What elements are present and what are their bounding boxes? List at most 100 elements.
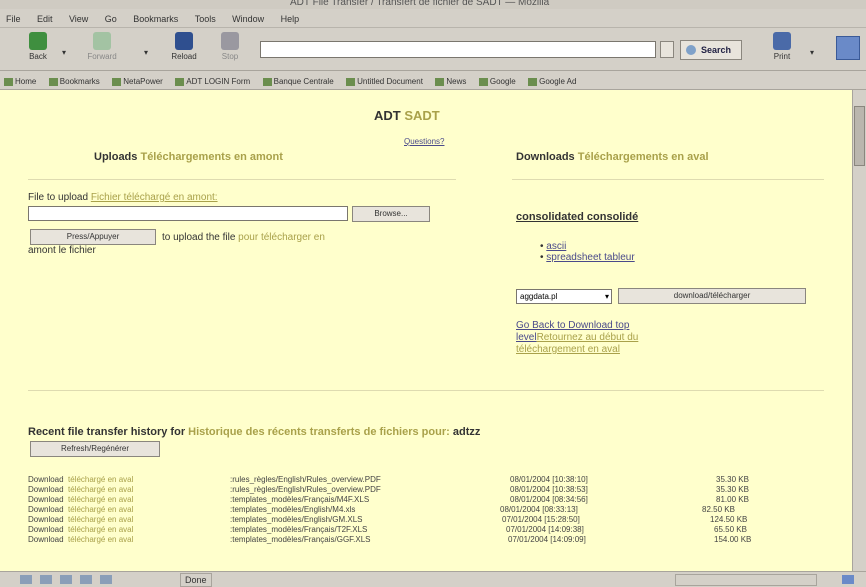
irc-icon[interactable] — [100, 575, 112, 584]
print-dropdown-icon[interactable]: ▾ — [810, 48, 814, 57]
menu-window[interactable]: Window — [226, 11, 270, 24]
page-content: ADT SADT Questions? Uploads Téléchargeme… — [0, 90, 852, 571]
go-back-link-block: Go Back to Download top levelRetournez a… — [516, 320, 746, 356]
row-date: 08/01/2004 [08:34:56] — [510, 495, 588, 504]
row-path: :templates_modèles/Français/T2F.XLS — [230, 525, 368, 534]
vertical-scrollbar[interactable] — [852, 90, 866, 571]
bookmark-adt-login[interactable]: ADT LOGIN Form — [171, 73, 254, 86]
bookmark-home[interactable]: Home — [0, 73, 40, 86]
bookmarks-toolbar: Home Bookmarks NetaPower ADT LOGIN Form … — [0, 71, 866, 90]
stop-button[interactable]: Stop — [212, 32, 248, 66]
go-back-link-en-b[interactable]: level — [516, 332, 537, 343]
row-date: 07/01/2004 [14:09:38] — [506, 525, 584, 534]
go-back-link-en-a[interactable]: Go Back to Download top — [516, 320, 629, 331]
history-heading-en: Recent file transfer history for — [28, 426, 186, 438]
bookmark-google-ad[interactable]: Google Ad — [524, 73, 580, 86]
ascii-format-link[interactable]: ascii — [546, 241, 566, 252]
menu-go[interactable]: Go — [99, 11, 123, 24]
spreadsheet-format-link[interactable]: spreadsheet tableur — [546, 252, 634, 263]
bookmark-news[interactable]: News — [431, 73, 470, 86]
address-book-icon[interactable] — [80, 575, 92, 584]
format-list-item-spreadsheet: • spreadsheet tableur — [540, 252, 635, 263]
go-back-link-fr-b[interactable]: téléchargement en aval — [516, 344, 620, 355]
row-type-en: Download — [28, 535, 64, 544]
row-date: 07/01/2004 [15:28:50] — [502, 515, 580, 524]
status-text: Done — [180, 573, 212, 587]
navigator-icon[interactable] — [20, 575, 32, 584]
url-input[interactable] — [260, 41, 656, 58]
row-path: :rules_règles/English/Rules_overview.PDF — [230, 475, 381, 484]
reload-icon — [175, 32, 193, 50]
uploads-heading: Uploads Téléchargements en amont — [94, 151, 283, 163]
back-dropdown-icon[interactable]: ▾ — [62, 48, 66, 57]
upload-press-button[interactable]: Press/Appuyer — [30, 229, 156, 245]
menu-help[interactable]: Help — [275, 11, 306, 24]
aggdata-select[interactable]: aggdata.pl ▾ — [516, 289, 612, 304]
consolidated-heading: consolidated consolidé — [516, 211, 639, 223]
back-button[interactable]: Back — [20, 32, 56, 66]
menu-view[interactable]: View — [63, 11, 94, 24]
upload-instruction-fr-b: amont le fichier — [28, 245, 96, 256]
menu-bar: File Edit View Go Bookmarks Tools Window… — [0, 9, 866, 28]
bookmark-google[interactable]: Google — [475, 73, 520, 86]
mail-icon[interactable] — [40, 575, 52, 584]
reload-button[interactable]: Reload — [166, 32, 202, 66]
row-type-fr: téléchargé en aval — [68, 525, 134, 534]
forward-dropdown-icon[interactable]: ▾ — [144, 48, 148, 57]
questions-link[interactable]: Questions? — [404, 137, 444, 146]
stop-icon — [221, 32, 239, 50]
forward-button[interactable]: Forward — [84, 32, 120, 66]
bookmark-bookmarks[interactable]: Bookmarks — [45, 73, 104, 86]
bookmark-banque-centrale[interactable]: Banque Centrale — [259, 73, 338, 86]
download-button[interactable]: download/télécharger — [618, 288, 806, 304]
forward-label: Forward — [87, 52, 117, 61]
bookmark-icon — [175, 77, 185, 86]
row-size: 82.50 KB — [702, 505, 735, 514]
menu-file[interactable]: File — [0, 11, 27, 24]
history-heading: Recent file transfer history for Histori… — [28, 426, 480, 438]
security-lock-icon[interactable] — [842, 575, 854, 584]
window-title: ADT File Transfer / Transfert de fichier… — [290, 0, 550, 8]
row-type-fr: téléchargé en aval — [68, 485, 134, 494]
browse-button[interactable]: Browse... — [352, 206, 430, 222]
menu-edit[interactable]: Edit — [31, 11, 59, 24]
go-back-link-fr-a[interactable]: Retournez au début du — [537, 332, 639, 343]
file-path-input[interactable] — [28, 206, 348, 221]
table-row: Download téléchargé en aval :rules_règle… — [28, 475, 818, 484]
reload-label: Reload — [171, 52, 197, 61]
bookmark-icon — [528, 77, 538, 86]
upload-instruction-en: to upload the file — [162, 232, 236, 243]
navigation-toolbar: Back ▾ Forward ▾ Reload Stop Search Prin… — [0, 28, 866, 71]
table-row: Download téléchargé en aval :templates_m… — [28, 525, 818, 534]
row-type-en: Download — [28, 495, 64, 504]
table-row: Download téléchargé en aval :templates_m… — [28, 505, 818, 514]
window-titlebar: ADT File Transfer / Transfert de fichier… — [0, 0, 866, 9]
url-dropdown-button[interactable] — [660, 41, 674, 58]
upload-instruction-line1: to upload the file pour télécharger en — [162, 232, 325, 243]
scrollbar-thumb[interactable] — [854, 106, 865, 166]
row-type-en: Download — [28, 485, 64, 494]
bookmark-untitled-document[interactable]: Untitled Document — [342, 73, 427, 86]
search-button[interactable]: Search — [680, 40, 742, 60]
bookmark-netapower[interactable]: NetaPower — [108, 73, 167, 86]
composer-icon[interactable] — [60, 575, 72, 584]
row-size: 35.30 KB — [716, 485, 749, 494]
menu-bookmarks[interactable]: Bookmarks — [127, 11, 184, 24]
refresh-button[interactable]: Refresh/Regénérer — [30, 441, 160, 457]
status-progress — [675, 574, 817, 586]
bookmark-icon — [478, 77, 488, 86]
row-path: :templates_modèles/English/GM.XLS — [230, 515, 363, 524]
menu-tools[interactable]: Tools — [189, 11, 222, 24]
row-type-fr: téléchargé en aval — [68, 515, 134, 524]
row-date: 08/01/2004 [10:38:10] — [510, 475, 588, 484]
row-type-fr: téléchargé en aval — [68, 495, 134, 504]
table-row: Download téléchargé en aval :rules_règle… — [28, 485, 818, 494]
table-row: Download téléchargé en aval :templates_m… — [28, 535, 818, 544]
stop-label: Stop — [221, 52, 239, 61]
row-size: 124.50 KB — [710, 515, 748, 524]
row-type-fr: téléchargé en aval — [68, 505, 134, 514]
status-bar: Done — [0, 571, 866, 587]
bookmark-folder-icon — [48, 77, 58, 86]
throbber-logo[interactable] — [836, 36, 860, 60]
print-button[interactable]: Print — [764, 32, 800, 66]
